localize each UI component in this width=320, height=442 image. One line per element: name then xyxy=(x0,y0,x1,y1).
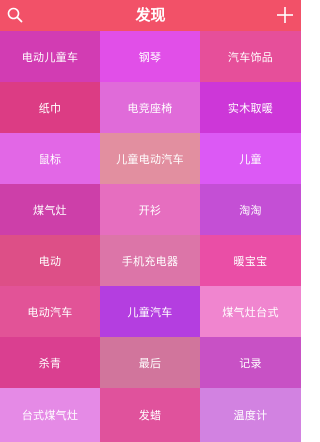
tag-cell[interactable]: 煤气灶 xyxy=(0,184,100,235)
tag-cell[interactable]: 开衫 xyxy=(100,184,200,235)
page-title: 发现 xyxy=(135,6,166,24)
tag-cell[interactable]: 杀青 xyxy=(0,337,100,388)
tag-cell[interactable]: 最后 xyxy=(100,337,200,388)
tag-label: 杀青 xyxy=(38,356,62,370)
tag-cell[interactable]: 纸巾 xyxy=(0,82,100,133)
tag-label: 汽车饰品 xyxy=(227,50,274,64)
tag-cell[interactable]: 煤气灶台式 xyxy=(200,286,301,337)
tag-label: 台式煤气灶 xyxy=(21,409,79,422)
tag-cell[interactable]: 电动汽车 xyxy=(0,286,100,337)
tag-label: 电动儿童车 xyxy=(21,50,79,64)
tag-label: 最后 xyxy=(138,356,162,370)
tag-cell[interactable]: 暖宝宝 xyxy=(200,235,301,286)
tag-cell[interactable]: 电动儿童车 xyxy=(0,31,100,82)
tag-cell[interactable]: 儿童电动汽车 xyxy=(100,133,200,184)
tag-label: 煤气灶 xyxy=(33,203,67,217)
tag-label: 鼠标 xyxy=(38,152,62,166)
top-bar: 发现 xyxy=(0,0,301,31)
tag-label: 暖宝宝 xyxy=(233,254,268,268)
tag-label: 电动汽车 xyxy=(27,305,73,319)
tag-cell[interactable]: 电竞座椅 xyxy=(100,82,200,133)
tag-label: 煤气灶台式 xyxy=(222,305,279,319)
tag-grid: 电动儿童车 钢琴 汽车饰品纸巾 电竞座椅 实木取暖鼠标 儿童电动汽车 儿童煤气灶 开衫 淘淘电动… xyxy=(0,31,301,442)
tag-label: 儿童电动汽车 xyxy=(116,152,184,166)
tag-cell[interactable]: 汽车饰品 xyxy=(200,31,301,82)
tag-cell[interactable]: 电动 xyxy=(0,235,100,286)
tag-label: 钢琴 xyxy=(138,50,162,64)
tag-label: 儿童汽车 xyxy=(127,305,173,319)
tag-label: 手机充电器 xyxy=(121,254,179,268)
tag-label: 纸巾 xyxy=(38,101,62,115)
tag-cell[interactable]: 儿童汽车 xyxy=(100,286,200,337)
tag-label: 电动 xyxy=(38,254,62,268)
tag-label: 温度计 xyxy=(233,409,268,422)
tag-cell[interactable]: 儿童 xyxy=(200,133,301,184)
tag-cell[interactable]: 实木取暖 xyxy=(200,82,301,133)
plus-icon[interactable] xyxy=(276,6,294,24)
tag-cell[interactable]: 温度计 xyxy=(200,388,301,442)
tag-cell[interactable]: 台式煤气灶 xyxy=(0,388,100,442)
tag-label: 记录 xyxy=(239,356,262,370)
tag-cell[interactable]: 鼠标 xyxy=(0,133,100,184)
tag-label: 电竞座椅 xyxy=(127,101,173,115)
tag-cell[interactable]: 发蜡 xyxy=(100,388,200,442)
tag-cell[interactable]: 记录 xyxy=(200,337,301,388)
tag-label: 开衫 xyxy=(138,203,162,217)
tag-label: 实木取暖 xyxy=(227,101,274,115)
tag-cell[interactable]: 钢琴 xyxy=(100,31,200,82)
tag-label: 淘淘 xyxy=(239,203,262,217)
tag-cell[interactable]: 淘淘 xyxy=(200,184,301,235)
tag-label: 发蜡 xyxy=(138,409,162,422)
tag-cell[interactable]: 手机充电器 xyxy=(100,235,200,286)
tag-label: 儿童 xyxy=(239,152,262,166)
